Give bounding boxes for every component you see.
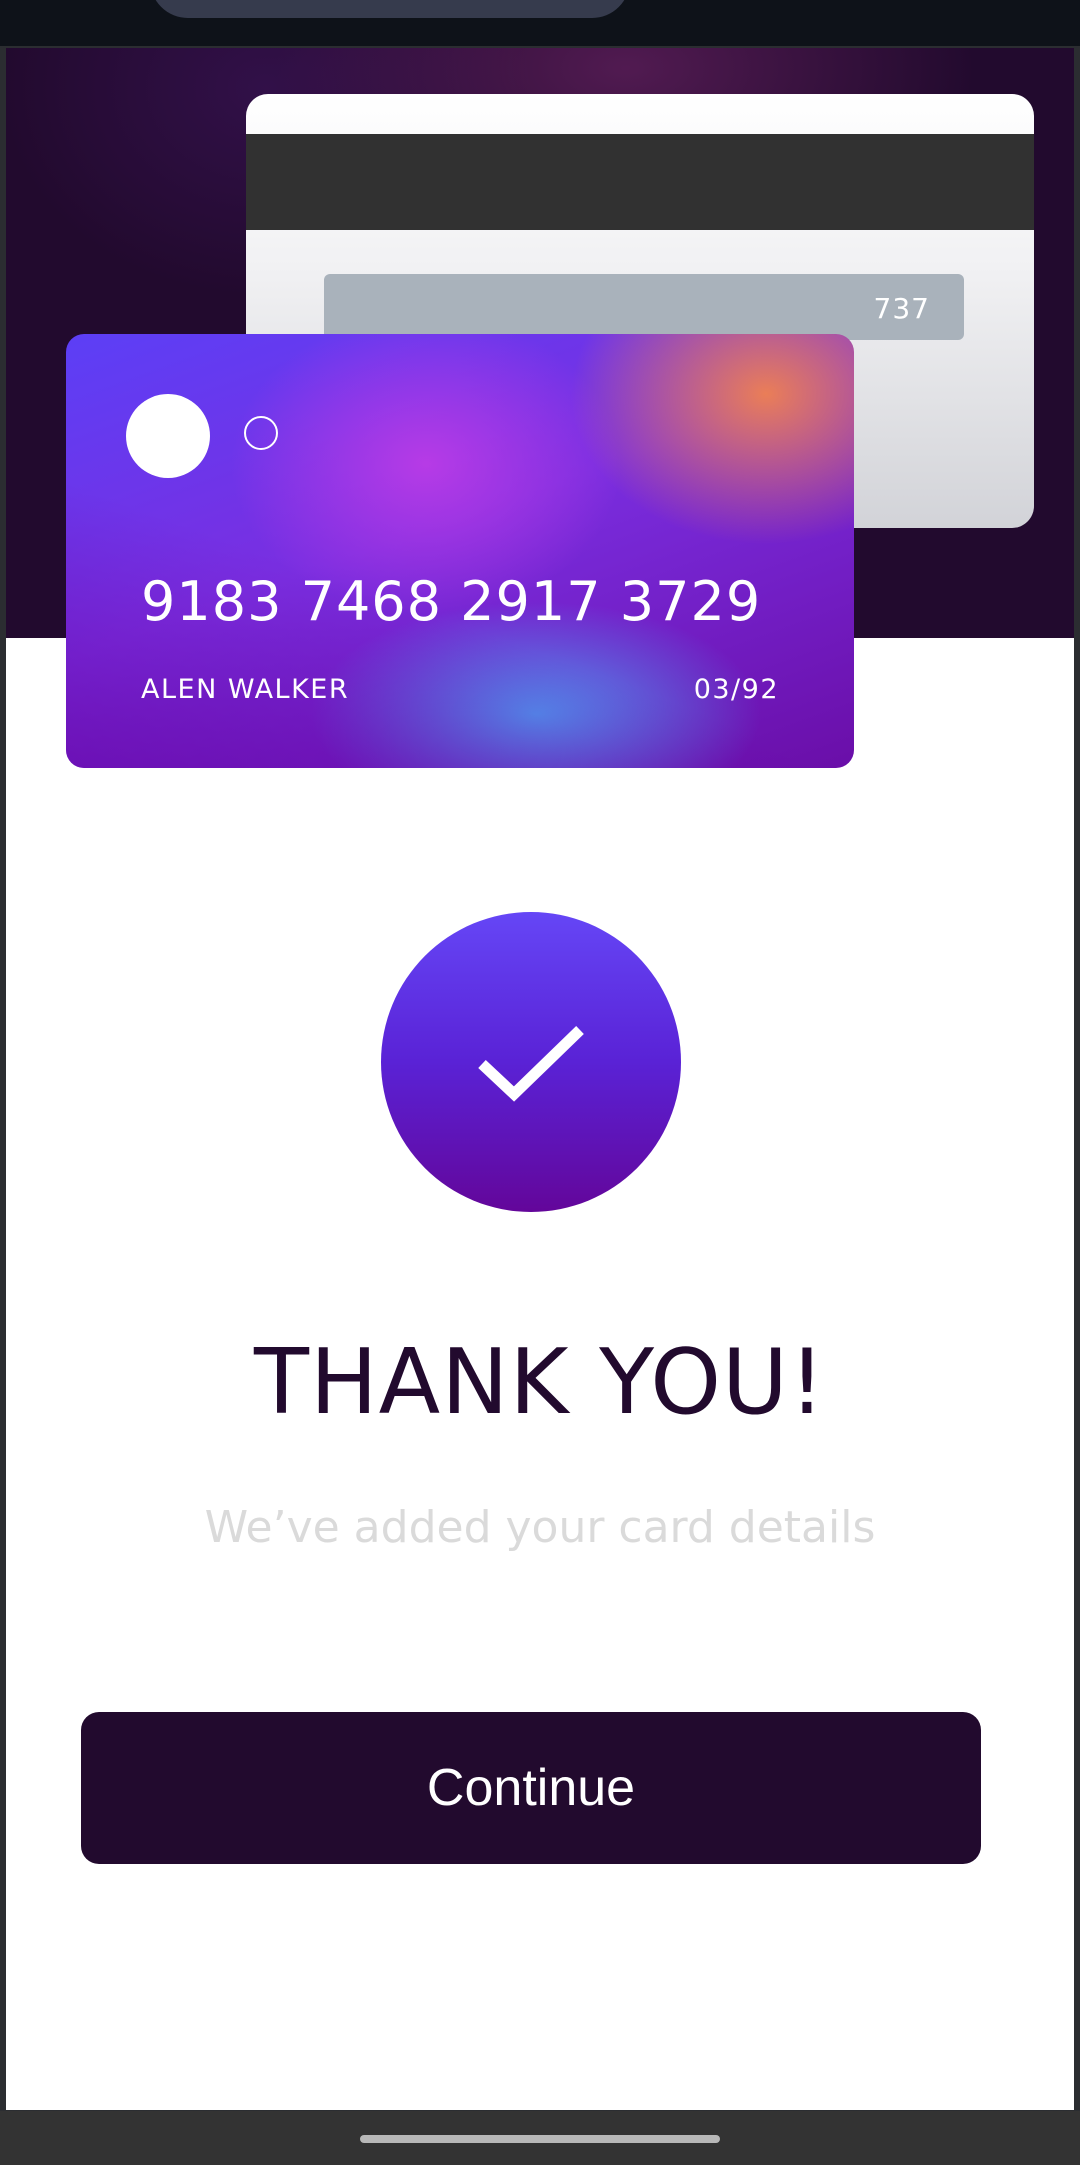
card-front: 9183 7468 2917 3729 ALEN WALKER 03/92 [66,334,854,768]
card-cvv: 737 [873,292,930,325]
signature-strip: 737 [324,274,964,340]
cardholder-name: ALEN WALKER [141,674,350,705]
card-logo-circle-filled [126,394,210,478]
thank-you-title: THANK YOU! [253,1330,827,1435]
card-expiry: 03/92 [693,674,779,705]
home-indicator[interactable] [360,2135,720,2143]
continue-button[interactable]: Continue [81,1712,981,1864]
card-number: 9183 7468 2917 3729 [141,570,762,633]
status-bar [0,0,1080,46]
camera-notch [150,0,630,18]
success-badge [381,912,681,1212]
success-subtitle: We’ve added your card details [204,1502,876,1553]
app-screen: 737 9183 7468 2917 3729 ALEN WALKER 03/9… [6,48,1074,2110]
checkmark-icon [478,1026,584,1102]
card-logo-circle-outline [244,416,278,450]
magnetic-stripe [246,134,1034,230]
